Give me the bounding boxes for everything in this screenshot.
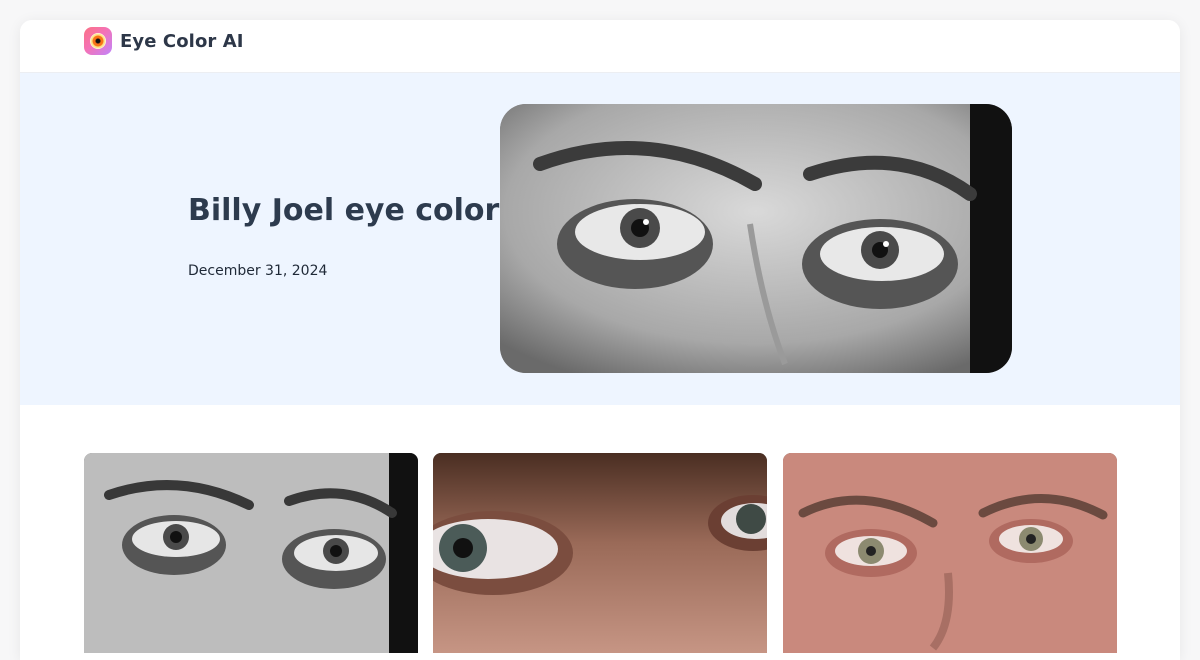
eye-logo-icon	[84, 27, 112, 55]
color-eye-closeup-photo	[433, 453, 767, 653]
publish-date: December 31, 2024	[188, 263, 328, 279]
gallery-photo-1[interactable]	[84, 453, 418, 653]
eye-logo-pupil	[90, 33, 106, 49]
brand-link[interactable]: Eye Color AI	[84, 27, 244, 55]
brand-name: Eye Color AI	[120, 30, 244, 52]
hero-section: Billy Joel eye color December 31, 2024	[20, 73, 1180, 405]
bw-eyes-photo	[84, 453, 418, 653]
gallery-photo-3[interactable]	[783, 453, 1117, 653]
hero-eyes-photo	[500, 104, 1012, 373]
older-face-eyes-photo	[783, 453, 1117, 653]
hero-eyes-illustration	[500, 104, 1012, 373]
top-navbar: Eye Color AI	[20, 20, 1180, 73]
page-card: Eye Color AI Billy Joel eye color Decemb…	[20, 20, 1180, 660]
gallery-photo-2[interactable]	[433, 453, 767, 653]
page-title: Billy Joel eye color	[188, 193, 500, 228]
